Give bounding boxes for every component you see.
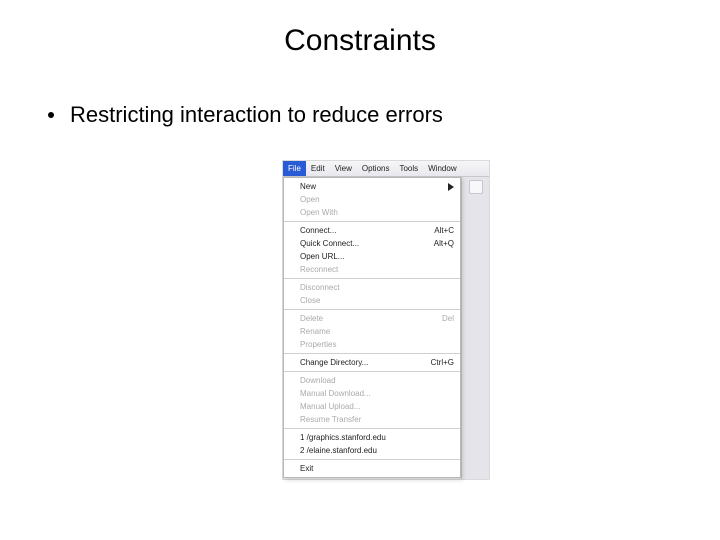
bullet-text: Restricting interaction to reduce errors — [70, 102, 443, 128]
menu-item-label: Exit — [300, 464, 454, 473]
toolbar-icon — [469, 180, 483, 194]
menu-group: 1 /graphics.stanford.edu 2 /elaine.stanfo… — [284, 429, 460, 460]
menubar-item-tools[interactable]: Tools — [394, 161, 423, 176]
menu-group: Download Manual Download... Manual Upload.… — [284, 372, 460, 429]
menu-item-label: 1 /graphics.stanford.edu — [300, 433, 454, 442]
menu-item-manual-upload: Manual Upload... — [284, 400, 460, 413]
menu-item-rename: Rename — [284, 325, 460, 338]
menubar-item-window[interactable]: Window — [423, 161, 461, 176]
menu-item-label: Manual Upload... — [300, 402, 454, 411]
menubar-item-file[interactable]: File — [283, 161, 306, 176]
menu-item-connect[interactable]: Connect... Alt+C — [284, 224, 460, 237]
bullet-line: Restricting interaction to reduce errors — [0, 102, 720, 128]
menu-item-close: Close — [284, 294, 460, 307]
menu-item-label: Open — [300, 195, 454, 204]
menu-item-label: Quick Connect... — [300, 239, 428, 248]
menubar-item-edit[interactable]: Edit — [306, 161, 330, 176]
file-menu: New Open Open With Connect... Alt+C Quick Con… — [283, 177, 461, 478]
menu-item-label: Resume Transfer — [300, 415, 454, 424]
menu-item-shortcut: Del — [442, 314, 454, 323]
menu-item-delete: Delete Del — [284, 312, 460, 325]
menu-item-exit[interactable]: Exit — [284, 462, 460, 475]
menu-item-reconnect: Reconnect — [284, 263, 460, 276]
menu-item-disconnect: Disconnect — [284, 281, 460, 294]
menu-item-1-graphics-stanford-edu[interactable]: 1 /graphics.stanford.edu — [284, 431, 460, 444]
bullet-dot — [48, 112, 54, 118]
menu-item-label: Delete — [300, 314, 436, 323]
menubar-item-view[interactable]: View — [330, 161, 357, 176]
menu-item-open-url[interactable]: Open URL... — [284, 250, 460, 263]
toolbar-strip — [461, 177, 489, 479]
menu-item-resume-transfer: Resume Transfer — [284, 413, 460, 426]
menu-item-download: Download — [284, 374, 460, 387]
slide: Constraints Restricting interaction to r… — [0, 0, 720, 540]
menu-item-shortcut: Alt+Q — [434, 239, 454, 248]
menu-item-shortcut: Ctrl+G — [431, 358, 454, 367]
slide-title: Constraints — [0, 0, 720, 58]
menu-item-open-with: Open With — [284, 206, 460, 219]
menu-item-label: Connect... — [300, 226, 428, 235]
menu-group: Connect... Alt+C Quick Connect... Alt+Q Open… — [284, 222, 460, 279]
menu-item-properties: Properties — [284, 338, 460, 351]
menu-group: New Open Open With — [284, 178, 460, 222]
menu-group: Delete Del Rename Properties — [284, 310, 460, 354]
menu-item-label: Change Directory... — [300, 358, 425, 367]
menu-item-quick-connect[interactable]: Quick Connect... Alt+Q — [284, 237, 460, 250]
menu-item-label: Reconnect — [300, 265, 454, 274]
screenshot-embed: FileEditViewOptionsToolsWindow New Open Op… — [282, 160, 490, 480]
menu-item-open: Open — [284, 193, 460, 206]
menu-bar: FileEditViewOptionsToolsWindow — [283, 161, 489, 177]
menu-item-label: Rename — [300, 327, 454, 336]
menu-item-label: Close — [300, 296, 454, 305]
menu-item-change-directory[interactable]: Change Directory... Ctrl+G — [284, 356, 460, 369]
menu-item-label: Open URL... — [300, 252, 454, 261]
menu-item-2-elaine-stanford-edu[interactable]: 2 /elaine.stanford.edu — [284, 444, 460, 457]
menu-item-new[interactable]: New — [284, 180, 460, 193]
menu-item-label: Manual Download... — [300, 389, 454, 398]
menu-item-label: New — [300, 182, 448, 191]
menu-item-shortcut: Alt+C — [434, 226, 454, 235]
menu-item-manual-download: Manual Download... — [284, 387, 460, 400]
chevron-right-icon — [448, 183, 454, 191]
menu-item-label: Properties — [300, 340, 454, 349]
menu-group: Disconnect Close — [284, 279, 460, 310]
menubar-item-options[interactable]: Options — [357, 161, 395, 176]
menu-item-label: Download — [300, 376, 454, 385]
menu-item-label: Open With — [300, 208, 454, 217]
menu-item-label: 2 /elaine.stanford.edu — [300, 446, 454, 455]
menu-group: Change Directory... Ctrl+G — [284, 354, 460, 372]
menu-group: Exit — [284, 460, 460, 477]
menu-item-label: Disconnect — [300, 283, 454, 292]
